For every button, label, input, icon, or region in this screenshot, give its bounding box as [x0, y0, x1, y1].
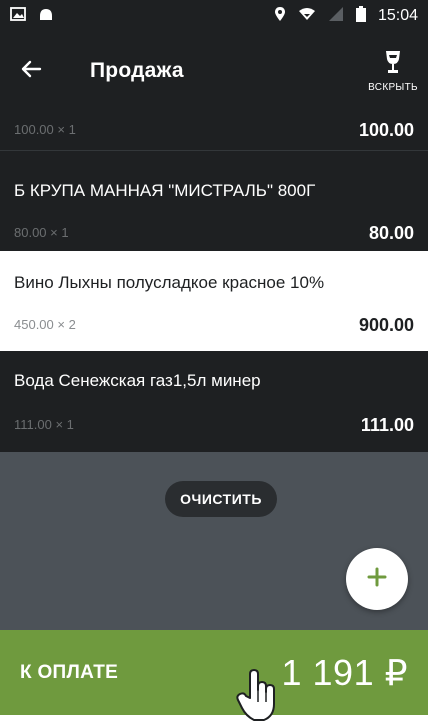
item-qty: 450.00 × 2	[14, 317, 76, 332]
battery-icon	[355, 5, 366, 27]
clear-button[interactable]: ОЧИСТИТЬ	[165, 481, 277, 517]
list-item[interactable]: 100.00 × 1 100.00	[0, 110, 428, 150]
item-name: Вода Сенежская газ1,5л минер	[14, 371, 261, 390]
android-icon	[38, 6, 54, 27]
bottom-strip	[0, 715, 428, 725]
item-qty: 111.00 × 1	[14, 417, 74, 432]
list-item[interactable]: Вода Сенежская газ1,5л минер 111.00 × 1 …	[0, 351, 428, 452]
pay-total: 1 191 ₽	[281, 651, 408, 693]
gallery-icon	[10, 6, 26, 26]
item-name: Б КРУПА МАННАЯ "МИСТРАЛЬ" 800Г	[14, 181, 316, 200]
open-label: ВСКРЫТЬ	[368, 82, 418, 93]
pay-label: К ОПЛАТЕ	[20, 661, 119, 683]
app-bar: Продажа ВСКРЫТЬ	[0, 32, 428, 110]
item-name: Вино Лыхны полусладкое красное 10%	[14, 273, 325, 292]
list-item[interactable]: Вино Лыхны полусладкое красное 10% 450.0…	[0, 251, 428, 351]
add-item-button[interactable]	[346, 548, 408, 610]
item-sum: 80.00	[368, 223, 414, 243]
glass-icon	[382, 49, 404, 80]
status-time: 15:04	[377, 7, 418, 24]
list-item[interactable]: Б КРУПА МАННАЯ "МИСТРАЛЬ" 800Г 80.00 × 1…	[0, 151, 428, 251]
plus-icon	[366, 566, 388, 593]
back-arrow-icon	[20, 59, 42, 84]
status-right: 15:04	[274, 5, 418, 27]
signal-icon	[328, 6, 344, 27]
open-button[interactable]: ВСКРЫТЬ	[364, 41, 422, 101]
page-title: Продажа	[90, 59, 184, 82]
location-icon	[274, 6, 286, 27]
item-sum: 100.00	[358, 120, 414, 140]
status-left	[10, 6, 54, 27]
pay-button[interactable]: К ОПЛАТЕ 1 191 ₽	[0, 630, 428, 715]
wifi-icon	[298, 7, 316, 26]
back-button[interactable]	[0, 32, 62, 110]
item-sum: 900.00	[358, 315, 414, 335]
item-sum: 111.00	[360, 415, 414, 435]
status-bar: 15:04	[0, 0, 428, 32]
hand-cursor-icon	[236, 668, 280, 722]
sale-items-list: 100.00 × 1 100.00 Б КРУПА МАННАЯ "МИСТРА…	[0, 110, 428, 452]
item-qty: 100.00 × 1	[14, 122, 76, 137]
item-qty: 80.00 × 1	[14, 225, 69, 240]
